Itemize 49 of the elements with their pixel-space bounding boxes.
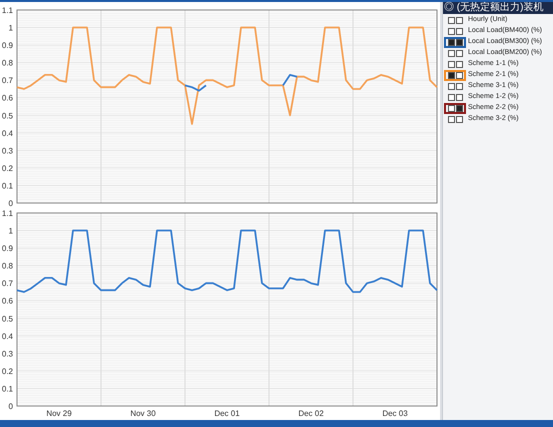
axis-label: 0.3 [2, 349, 13, 358]
checkbox[interactable] [456, 50, 462, 56]
axis-label: 0.4 [2, 332, 13, 341]
axis-label: 0.8 [2, 262, 13, 271]
checkbox[interactable] [456, 28, 462, 34]
checkbox[interactable] [456, 38, 462, 46]
axis-label: 0.6 [2, 296, 13, 306]
checkbox[interactable] [448, 28, 454, 34]
checkbox[interactable] [448, 60, 454, 68]
axis-label: 0 [8, 199, 13, 208]
axis-label: 1 [8, 226, 13, 236]
checkbox[interactable] [448, 82, 454, 90]
axis-label: 0.7 [2, 279, 13, 288]
axis-label: Dec 03 [382, 409, 408, 418]
axis-label: 0.2 [2, 366, 13, 376]
axis-label: 1.1 [2, 209, 13, 218]
checkbox[interactable] [448, 94, 454, 100]
axis-label: 0.1 [2, 181, 13, 190]
checkbox[interactable] [456, 94, 462, 100]
checkbox[interactable] [456, 82, 462, 90]
axis-label: 0.2 [2, 164, 13, 173]
checkbox[interactable] [448, 72, 454, 78]
axis-label: Nov 30 [130, 409, 156, 418]
axis-label: 0.9 [2, 41, 13, 50]
checkbox[interactable] [448, 16, 454, 24]
axis-label: 0.6 [2, 94, 13, 103]
axis-label: 0.4 [2, 128, 13, 138]
axis-label: 1 [8, 24, 13, 33]
axis-label: 0.1 [2, 384, 13, 394]
checkbox[interactable] [448, 116, 454, 122]
axis-label: 0.5 [2, 111, 13, 120]
checkbox[interactable] [448, 38, 454, 46]
axis-label: 0.7 [2, 76, 13, 86]
axis-label: 0.5 [2, 314, 13, 324]
checkbox[interactable] [456, 104, 462, 112]
checkbox[interactable] [448, 50, 454, 56]
axis-label: Dec 02 [298, 409, 324, 418]
checkbox[interactable] [456, 16, 462, 24]
axis-label: Nov 29 [46, 409, 72, 418]
axis-label: 0.3 [2, 146, 13, 156]
axis-label: 0.8 [2, 58, 13, 68]
checkbox[interactable] [456, 72, 462, 78]
checkbox[interactable] [456, 60, 462, 68]
axis-label: 0.9 [2, 244, 13, 254]
axis-label: 1.1 [2, 6, 13, 15]
checkbox[interactable] [448, 104, 454, 112]
checkbox[interactable] [456, 116, 462, 122]
axis-label: Dec 01 [214, 409, 240, 418]
axis-label: 0 [8, 402, 13, 411]
